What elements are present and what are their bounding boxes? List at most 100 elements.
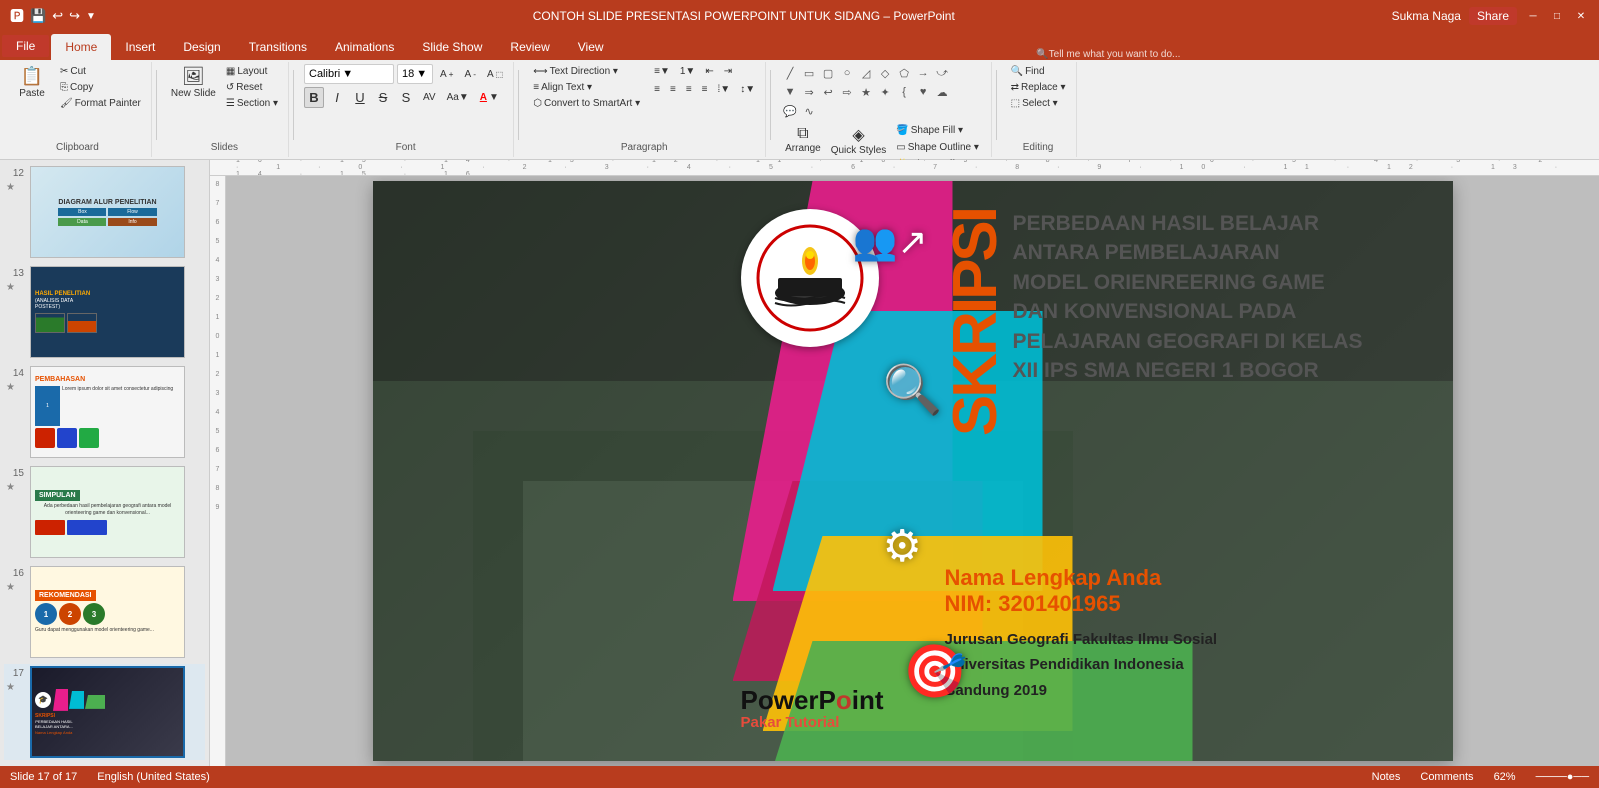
replace-icon: ⇄ <box>1011 82 1019 93</box>
slide-thumb-17[interactable]: 17 ★ 🎓 SKRIPSI PERBEDAAN HASILBELAJAR AN… <box>4 664 205 760</box>
paste-button[interactable]: 📋 Paste <box>10 64 54 101</box>
user-name[interactable]: Sukma Naga <box>1392 9 1461 23</box>
font-decrease-button[interactable]: A- <box>461 67 480 82</box>
align-right-button[interactable]: ≡ <box>682 82 696 97</box>
notes-button[interactable]: Notes <box>1372 771 1401 783</box>
shape-cloud[interactable]: ☁ <box>933 83 951 101</box>
shape-callout[interactable]: 💬 <box>781 102 799 120</box>
tab-animations[interactable]: Animations <box>321 34 408 60</box>
ribbon-group-clipboard: 📋 Paste ✂ Cut ⎘ Copy 🖌 Format Painter Cl… <box>4 62 152 157</box>
shape-rounded-rect[interactable]: ▢ <box>819 64 837 82</box>
title-bar-right: Sukma Naga Share ─ □ ✕ <box>1392 7 1589 25</box>
shape-brace[interactable]: { <box>895 83 913 101</box>
slide-thumb-14[interactable]: 14 ★ PEMBAHASAN 1 Lorem ipsum dolor sit … <box>4 364 205 460</box>
restore-button[interactable]: □ <box>1549 8 1565 24</box>
tab-home[interactable]: Home <box>51 34 111 60</box>
select-button[interactable]: ⬚ Select ▾ <box>1007 96 1070 111</box>
tell-me-bar[interactable]: 🔍 Tell me what you want to do... <box>618 49 1599 60</box>
paste-icon: 📋 <box>21 66 43 88</box>
section-button[interactable]: ☰ Section ▾ <box>222 96 282 111</box>
slide-canvas[interactable]: 👥↗ 🔍 ⚙ 🎯 SKRIPSI <box>226 176 1599 766</box>
shape-pentagon[interactable]: ⬠ <box>895 64 913 82</box>
shadow-button[interactable]: S <box>396 88 416 107</box>
shape-diamond[interactable]: ◇ <box>876 64 894 82</box>
align-left-button[interactable]: ≡ <box>650 82 664 97</box>
font-family-chevron: ▼ <box>342 68 353 80</box>
columns-button[interactable]: ⁞▼ <box>714 82 735 97</box>
replace-button[interactable]: ⇄ Replace ▾ <box>1007 80 1070 95</box>
reset-icon: ↺ <box>226 82 234 93</box>
affiliation: Jurusan Geografi Fakultas Ilmu Sosial Un… <box>945 627 1435 704</box>
shape-more[interactable]: ▼ <box>781 83 799 101</box>
ribbon: 📋 Paste ✂ Cut ⎘ Copy 🖌 Format Painter Cl… <box>0 60 1599 160</box>
text-direction-button[interactable]: ⟷ Text Direction ▾ <box>529 64 644 79</box>
tab-file[interactable]: File <box>2 35 49 57</box>
align-text-button[interactable]: ≡ Align Text ▾ <box>529 80 644 95</box>
decrease-indent-button[interactable]: ⇤ <box>701 64 717 79</box>
cut-button[interactable]: ✂ Cut <box>56 64 145 79</box>
zoom-slider[interactable]: ────●── <box>1536 771 1589 783</box>
convert-smartart-button[interactable]: ⬡ Convert to SmartArt ▾ <box>529 96 644 111</box>
format-painter-button[interactable]: 🖌 Format Painter <box>56 96 145 111</box>
increase-indent-button[interactable]: ⇥ <box>720 64 736 79</box>
justify-button[interactable]: ≡ <box>698 82 712 97</box>
minimize-button[interactable]: ─ <box>1525 8 1541 24</box>
bold-button[interactable]: B <box>304 87 324 108</box>
slide-thumb-13[interactable]: 13 ★ HASIL PENELITIAN (ANALISIS DATA POS… <box>4 264 205 360</box>
cut-icon: ✂ <box>60 66 68 77</box>
shape-star[interactable]: ★ <box>857 83 875 101</box>
quick-redo[interactable]: ↪ <box>69 8 80 24</box>
layout-button[interactable]: ▦ Layout <box>222 64 282 79</box>
font-size-dropdown[interactable]: 18 ▼ <box>397 64 433 84</box>
slide-thumb-15[interactable]: 15 ★ SIMPULAN Ada perbedaan hasil pembel… <box>4 464 205 560</box>
shape-arrow-3[interactable]: ⇨ <box>838 83 856 101</box>
font-increase-button[interactable]: A+ <box>436 67 458 82</box>
tab-review[interactable]: Review <box>496 34 563 60</box>
font-case-button[interactable]: Aa▼ <box>443 90 473 105</box>
strikethrough-button[interactable]: S <box>373 88 393 107</box>
line-spacing-button[interactable]: ↕▼ <box>736 82 759 97</box>
tab-insert[interactable]: Insert <box>111 34 169 60</box>
tab-view[interactable]: View <box>564 34 618 60</box>
reset-button[interactable]: ↺ Reset <box>222 80 282 95</box>
shape-star-4[interactable]: ✦ <box>876 83 894 101</box>
shape-right-triangle[interactable]: ◿ <box>857 64 875 82</box>
shape-fill-button[interactable]: 🪣 Shape Fill ▾ <box>892 123 984 138</box>
shape-outline-button[interactable]: ▭ Shape Outline ▾ <box>892 140 984 155</box>
comments-button[interactable]: Comments <box>1420 771 1473 783</box>
find-button[interactable]: 🔍 Find <box>1007 64 1070 79</box>
slide-page[interactable]: 👥↗ 🔍 ⚙ 🎯 SKRIPSI <box>373 181 1453 761</box>
italic-button[interactable]: I <box>327 88 347 107</box>
new-slide-button[interactable]: 🖼 New Slide <box>167 64 220 101</box>
tab-transitions[interactable]: Transitions <box>235 34 321 60</box>
slide-thumb-12[interactable]: 12 ★ DIAGRAM ALUR PENELITIAN Box Flow Da… <box>4 164 205 260</box>
bullet-list-button[interactable]: ≡▼ <box>650 64 674 79</box>
quick-customize[interactable]: ▼ <box>86 11 96 22</box>
tab-slideshow[interactable]: Slide Show <box>408 34 496 60</box>
font-family-dropdown[interactable]: Calibri ▼ <box>304 64 394 84</box>
quick-save[interactable]: 💾 <box>30 8 46 24</box>
font-spacing-button[interactable]: AV <box>419 90 440 105</box>
underline-button[interactable]: U <box>350 88 370 107</box>
tab-design[interactable]: Design <box>169 34 234 60</box>
share-button[interactable]: Share <box>1469 7 1517 25</box>
shape-oval[interactable]: ○ <box>838 64 856 82</box>
shape-custom[interactable]: ∿ <box>800 102 818 120</box>
shape-arrow-callout[interactable]: ⤻ <box>933 64 951 82</box>
font-clear-button[interactable]: A⬚ <box>483 67 507 82</box>
shape-bent-arrow[interactable]: ↩ <box>819 83 837 101</box>
quick-undo[interactable]: ↩ <box>52 8 63 24</box>
font-color-button[interactable]: A▼ <box>476 90 503 105</box>
align-center-button[interactable]: ≡ <box>666 82 680 97</box>
shape-line[interactable]: ╱ <box>781 64 799 82</box>
shape-arrow-2[interactable]: ⇒ <box>800 83 818 101</box>
ribbon-group-font: Calibri ▼ 18 ▼ A+ A- A⬚ B I U S S <box>298 62 514 157</box>
numbered-list-button[interactable]: 1▼ <box>676 64 699 79</box>
shape-heart[interactable]: ♥ <box>914 83 932 101</box>
copy-button[interactable]: ⎘ Copy <box>56 80 145 95</box>
shape-arrow-right[interactable]: → <box>914 64 932 82</box>
layout-icon: ▦ <box>226 66 235 77</box>
shape-rect[interactable]: ▭ <box>800 64 818 82</box>
close-button[interactable]: ✕ <box>1573 8 1589 24</box>
slide-thumb-16[interactable]: 16 ★ REKOMENDASI 1 2 3 Guru dapat menggu… <box>4 564 205 660</box>
